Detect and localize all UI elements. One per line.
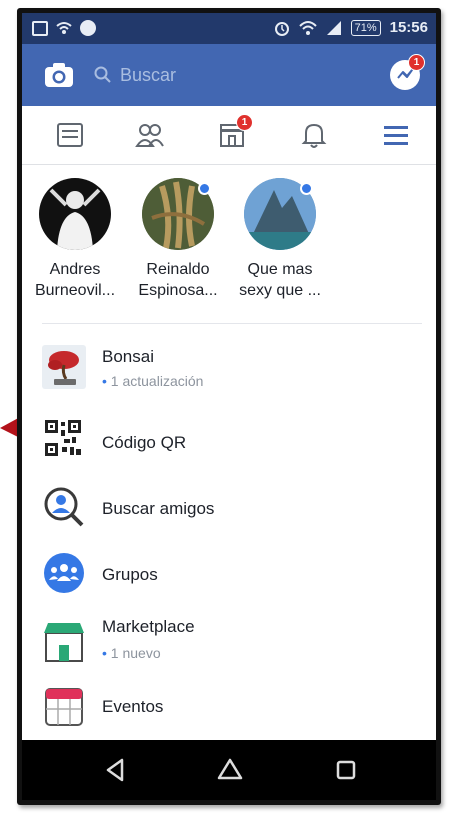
tab-news-feed[interactable] xyxy=(52,118,88,152)
menu-item-label: Marketplace xyxy=(102,617,195,636)
menu-item-groups[interactable]: Grupos xyxy=(22,545,436,605)
menu-item-label: Buscar amigos xyxy=(102,499,215,518)
friends-icon xyxy=(135,124,164,147)
person-photo-icon xyxy=(49,188,101,250)
wifi-notification-icon xyxy=(56,22,72,34)
story-item[interactable]: Reinaldo Espinosa... xyxy=(130,178,226,301)
android-nav-bar xyxy=(22,740,436,800)
image-notification-icon xyxy=(32,20,48,36)
alarm-icon xyxy=(274,21,289,36)
app-bar: Buscar 1 xyxy=(22,44,436,106)
online-dot xyxy=(198,182,211,195)
avatar xyxy=(39,178,111,250)
story-name: Andres Burneovil... xyxy=(34,261,116,299)
home-icon[interactable] xyxy=(216,756,244,784)
clock: 15:56 xyxy=(389,19,428,36)
battery-indicator: 71% xyxy=(350,19,381,36)
screen: 71% 15:56 Buscar 1 1 Andres Burneovil...… xyxy=(22,13,436,800)
qr-code-icon xyxy=(44,419,82,457)
menu-item-find-friends[interactable]: Buscar amigos xyxy=(22,479,436,539)
news-feed-icon xyxy=(57,123,83,147)
phone-frame: 71% 15:56 Buscar 1 1 Andres Burneovil...… xyxy=(17,8,441,805)
menu-item-bonsai[interactable]: Bonsai • 1 actualización xyxy=(22,333,436,393)
back-icon[interactable] xyxy=(102,756,130,784)
story-name: Que mas sexy que ... xyxy=(239,261,321,299)
story-item[interactable]: Andres Burneovil... xyxy=(27,178,123,301)
story-item[interactable]: Que mas sexy que ... xyxy=(232,178,328,301)
search-bar[interactable]: Buscar xyxy=(88,58,368,92)
tab-bar: 1 xyxy=(22,106,436,165)
avatar xyxy=(244,178,316,250)
tab-marketplace[interactable]: 1 xyxy=(214,114,253,152)
status-bar: 71% 15:56 xyxy=(22,13,436,44)
menu-item-sublabel: • 1 nuevo xyxy=(102,645,161,661)
divider xyxy=(42,323,422,324)
menu-item-sublabel: • 1 actualización xyxy=(102,373,204,389)
bell-icon xyxy=(301,123,327,148)
story-name: Reinaldo Espinosa... xyxy=(138,261,218,299)
tab-menu[interactable] xyxy=(378,118,414,152)
marketplace-badge: 1 xyxy=(236,114,253,131)
menu-item-marketplace[interactable]: Marketplace • 1 nuevo xyxy=(22,609,436,669)
groups-icon xyxy=(44,553,84,593)
avatar xyxy=(142,178,214,250)
stories-row: Andres Burneovil... Reinaldo Espinosa... xyxy=(22,164,436,324)
tab-notifications[interactable] xyxy=(296,118,332,152)
hamburger-menu-icon xyxy=(384,126,408,145)
search-icon xyxy=(94,66,111,83)
camera-icon[interactable] xyxy=(44,62,74,88)
search-input[interactable]: Buscar xyxy=(120,65,176,86)
cell-signal-icon xyxy=(326,20,341,35)
messenger-badge: 1 xyxy=(408,54,425,71)
menu-item-label: Eventos xyxy=(102,697,164,716)
recent-apps-icon[interactable] xyxy=(332,756,360,784)
menu-item-label: Bonsai xyxy=(102,347,154,366)
menu-item-events[interactable]: Eventos xyxy=(22,677,436,737)
messenger-notification-icon xyxy=(80,20,96,36)
bonsai-icon xyxy=(42,345,86,389)
menu-item-qr-code[interactable]: Código QR xyxy=(22,413,436,473)
menu-item-label: Grupos xyxy=(102,565,158,584)
menu-item-label: Código QR xyxy=(102,433,187,452)
find-friends-icon xyxy=(44,487,84,527)
marketplace-icon xyxy=(44,623,84,662)
wifi-signal-icon xyxy=(298,20,317,35)
tab-friends[interactable] xyxy=(132,118,168,152)
online-dot xyxy=(300,182,313,195)
calendar-icon xyxy=(45,688,83,726)
messenger-button[interactable]: 1 xyxy=(390,54,425,90)
